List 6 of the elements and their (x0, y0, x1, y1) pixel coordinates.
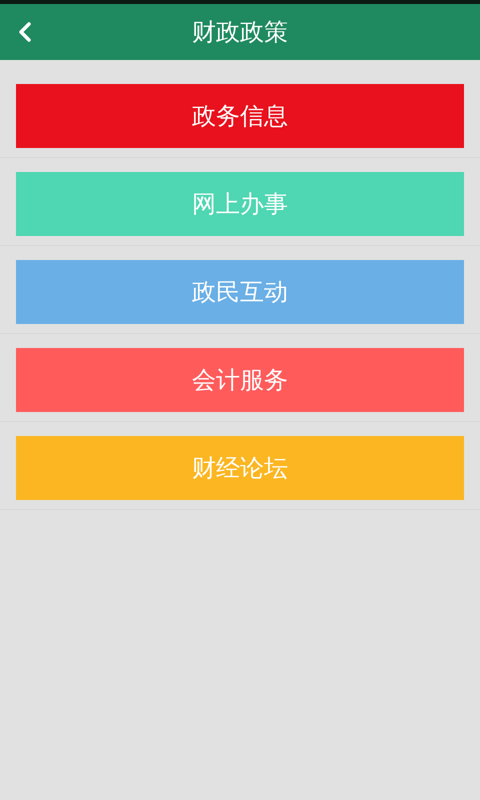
menu-button[interactable]: 网上办事 (16, 172, 464, 236)
page-title: 财政政策 (192, 17, 288, 48)
menu-button[interactable]: 政务信息 (16, 84, 464, 148)
menu-button[interactable]: 会计服务 (16, 348, 464, 412)
menu-button[interactable]: 财经论坛 (16, 436, 464, 500)
menu-button[interactable]: 政民互动 (16, 260, 464, 324)
